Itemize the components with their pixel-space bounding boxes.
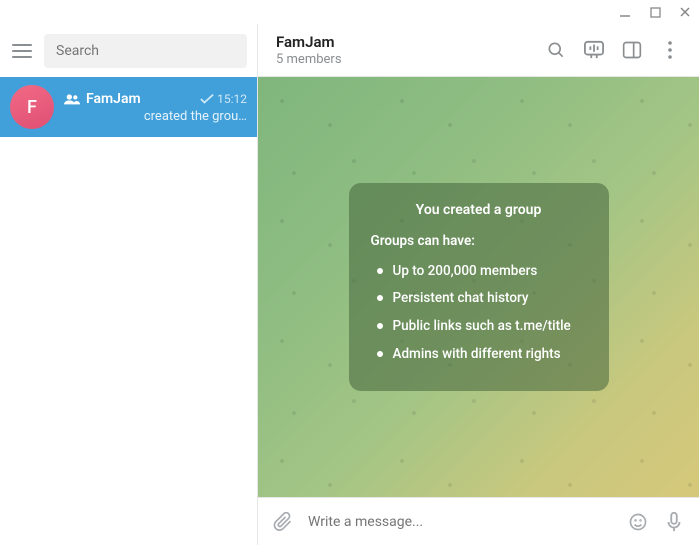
service-list-item: Persistent chat history xyxy=(375,288,587,310)
chat-name: FamJam xyxy=(86,91,141,107)
chat-header: FamJam 5 members xyxy=(258,24,699,77)
service-list-item: Public links such as t.me/title xyxy=(375,316,587,338)
search-icon[interactable] xyxy=(545,39,567,61)
service-list: Up to 200,000 members Persistent chat hi… xyxy=(371,261,587,365)
minimize-button[interactable] xyxy=(619,6,631,18)
check-icon xyxy=(200,93,214,105)
chat-title: FamJam xyxy=(276,33,545,51)
chat-item-text: FamJam 15:12 created the grou… xyxy=(64,91,247,124)
emoji-icon[interactable] xyxy=(627,511,649,533)
chat-avatar: F xyxy=(10,85,54,129)
service-message: You created a group Groups can have: Up … xyxy=(349,183,609,391)
sidebar-header xyxy=(0,24,257,77)
main-panel: FamJam 5 members You created xyxy=(258,24,699,545)
maximize-button[interactable] xyxy=(649,6,661,18)
microphone-icon[interactable] xyxy=(663,511,685,533)
search-input[interactable] xyxy=(56,43,235,59)
sidebar: F FamJam 15:12 created the grou… xyxy=(0,24,258,545)
service-title: You created a group xyxy=(371,199,587,221)
service-list-item: Admins with different rights xyxy=(375,344,587,366)
chat-time: 15:12 xyxy=(217,92,247,106)
more-icon[interactable] xyxy=(659,39,681,61)
service-list-item: Up to 200,000 members xyxy=(375,261,587,283)
chat-preview: created the grou… xyxy=(64,109,247,124)
window-titlebar xyxy=(0,0,699,24)
chat-list-item[interactable]: F FamJam 15:12 created the grou… xyxy=(0,77,257,137)
composer xyxy=(258,497,699,545)
search-field[interactable] xyxy=(44,34,247,68)
message-input[interactable] xyxy=(308,514,613,530)
chat-subtitle: 5 members xyxy=(276,52,545,67)
chat-body: You created a group Groups can have: Up … xyxy=(258,77,699,497)
service-subtitle: Groups can have: xyxy=(371,231,587,253)
sidebar-toggle-icon[interactable] xyxy=(621,39,643,61)
menu-button[interactable] xyxy=(10,39,34,63)
voice-chat-icon[interactable] xyxy=(583,39,605,61)
attach-icon[interactable] xyxy=(272,511,294,533)
group-icon xyxy=(64,93,80,105)
close-button[interactable] xyxy=(679,6,691,18)
chat-header-info[interactable]: FamJam 5 members xyxy=(276,33,545,67)
